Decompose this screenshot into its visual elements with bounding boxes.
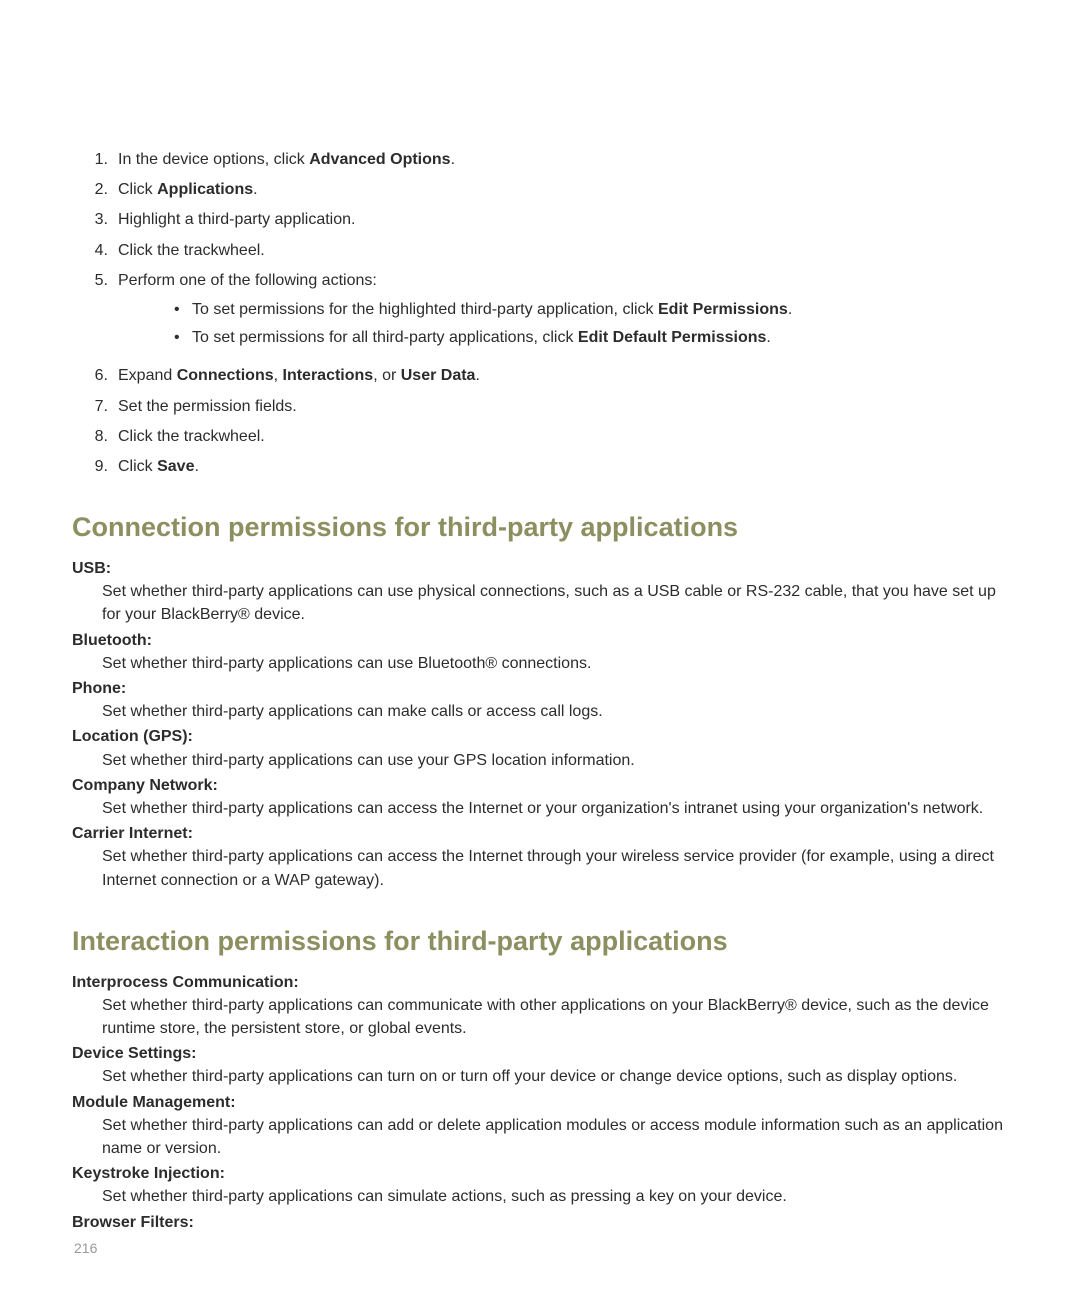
step-number: 1.: [88, 148, 118, 171]
definition-desc: Set whether third-party applications can…: [102, 994, 1008, 1040]
step-item: 5. Perform one of the following actions:…: [88, 269, 1008, 355]
step-item: 4. Click the trackwheel.: [88, 239, 1008, 262]
definition-desc: Set whether third-party applications can…: [102, 749, 1008, 772]
definition-term: Bluetooth:: [72, 629, 1008, 652]
step-content: Click Applications.: [118, 178, 1008, 201]
step-number: 2.: [88, 178, 118, 201]
definition-desc: Set whether third-party applications can…: [102, 845, 1008, 891]
step-item: 3. Highlight a third-party application.: [88, 208, 1008, 231]
connection-definition-list: USB: Set whether third-party application…: [72, 557, 1008, 892]
definition-term: Company Network:: [72, 774, 1008, 797]
step-number: 4.: [88, 239, 118, 262]
definition-desc: Set whether third-party applications can…: [102, 1065, 1008, 1088]
step-item: 2. Click Applications.: [88, 178, 1008, 201]
step-item: 7. Set the permission fields.: [88, 395, 1008, 418]
definition-term: Keystroke Injection:: [72, 1162, 1008, 1185]
step-number: 6.: [88, 364, 118, 387]
step-content: In the device options, click Advanced Op…: [118, 148, 1008, 171]
step-content: Perform one of the following actions: To…: [118, 269, 1008, 355]
step-item: 8. Click the trackwheel.: [88, 425, 1008, 448]
definition-desc: Set whether third-party applications can…: [102, 652, 1008, 675]
step-content: Highlight a third-party application.: [118, 208, 1008, 231]
definition-term: Carrier Internet:: [72, 822, 1008, 845]
definition-desc: Set whether third-party applications can…: [102, 1114, 1008, 1160]
definition-term: Phone:: [72, 677, 1008, 700]
step-number: 9.: [88, 455, 118, 478]
definition-term: USB:: [72, 557, 1008, 580]
step-number: 8.: [88, 425, 118, 448]
sub-bullet-list: To set permissions for the highlighted t…: [174, 298, 1008, 349]
definition-term: Location (GPS):: [72, 725, 1008, 748]
step-item: 6. Expand Connections, Interactions, or …: [88, 364, 1008, 387]
definition-term: Browser Filters:: [72, 1211, 1008, 1234]
definition-desc: Set whether third-party applications can…: [102, 700, 1008, 723]
step-content: Click the trackwheel.: [118, 239, 1008, 262]
section-heading-connection: Connection permissions for third-party a…: [72, 512, 1008, 543]
numbered-steps-list: 1. In the device options, click Advanced…: [88, 148, 1008, 478]
definition-desc: Set whether third-party applications can…: [102, 580, 1008, 626]
step-item: 9. Click Save.: [88, 455, 1008, 478]
bullet-item: To set permissions for the highlighted t…: [174, 298, 1008, 321]
definition-desc: Set whether third-party applications can…: [102, 797, 1008, 820]
definition-desc: Set whether third-party applications can…: [102, 1185, 1008, 1208]
definition-term: Device Settings:: [72, 1042, 1008, 1065]
bullet-item: To set permissions for all third-party a…: [174, 326, 1008, 349]
step-number: 7.: [88, 395, 118, 418]
step-item: 1. In the device options, click Advanced…: [88, 148, 1008, 171]
section-heading-interaction: Interaction permissions for third-party …: [72, 926, 1008, 957]
interaction-definition-list: Interprocess Communication: Set whether …: [72, 971, 1008, 1234]
page-number: 216: [74, 1240, 97, 1256]
definition-term: Interprocess Communication:: [72, 971, 1008, 994]
step-content: Click Save.: [118, 455, 1008, 478]
step-content: Expand Connections, Interactions, or Use…: [118, 364, 1008, 387]
step-content: Click the trackwheel.: [118, 425, 1008, 448]
step-number: 3.: [88, 208, 118, 231]
definition-term: Module Management:: [72, 1091, 1008, 1114]
step-content: Set the permission fields.: [118, 395, 1008, 418]
step-number: 5.: [88, 269, 118, 355]
